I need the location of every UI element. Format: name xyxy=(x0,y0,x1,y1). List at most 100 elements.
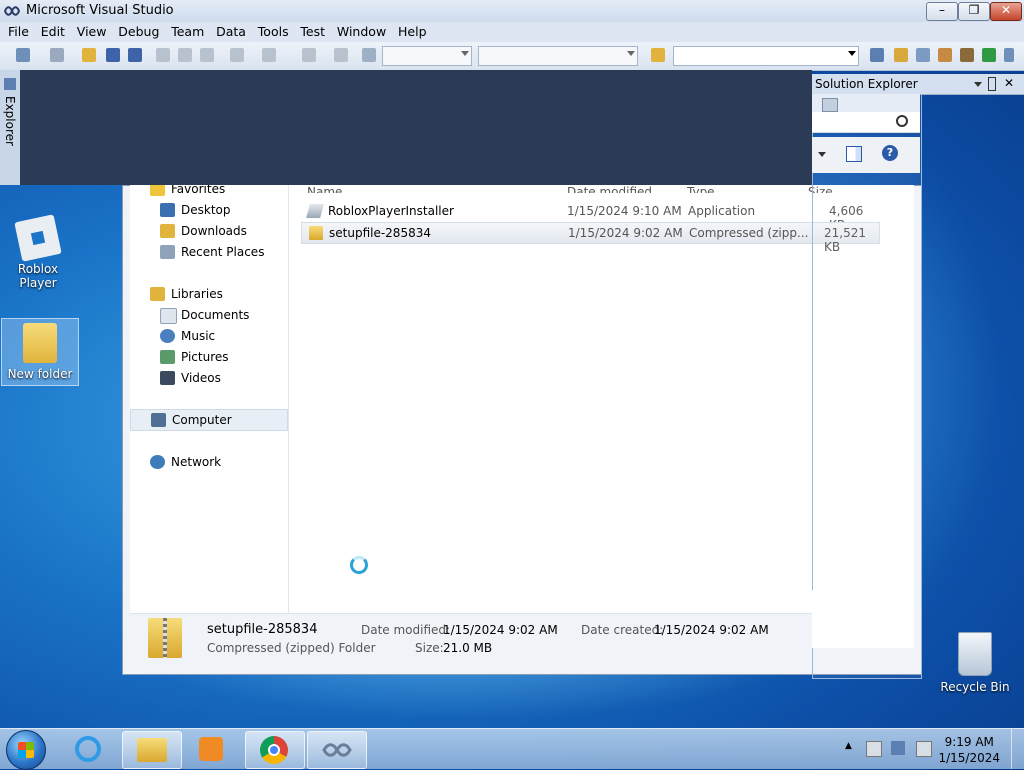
save-all-icon[interactable] xyxy=(128,48,142,62)
column-header-name[interactable]: Name xyxy=(307,185,342,193)
details-date-modified: 1/15/2024 9:02 AM xyxy=(443,623,558,637)
details-date-created-label: Date created: xyxy=(581,623,664,637)
file-row-roblox-installer[interactable]: RobloxPlayerInstaller 1/15/2024 9:10 AM … xyxy=(301,201,878,232)
computer-icon xyxy=(151,413,166,427)
vs-title-bar: Microsoft Visual Studio – ❐ ✕ xyxy=(0,0,1024,23)
desktop-icon xyxy=(160,203,175,217)
details-size-label: Size: xyxy=(415,641,444,655)
file-date: 1/15/2024 9:02 AM xyxy=(568,226,683,240)
taskbar-internet-explorer[interactable] xyxy=(61,731,119,767)
help-icon[interactable]: ? xyxy=(882,145,898,161)
solution-platform-combo[interactable] xyxy=(478,46,638,66)
redo-icon[interactable] xyxy=(262,48,276,62)
menu-test[interactable]: Test xyxy=(300,22,325,39)
find-in-files-icon[interactable] xyxy=(651,48,665,62)
properties-window-icon[interactable] xyxy=(894,48,908,62)
pictures-icon xyxy=(160,350,175,364)
server-explorer-tab[interactable]: Server Explorer xyxy=(0,70,31,185)
folder-icon xyxy=(137,738,167,762)
nav-network[interactable]: Network xyxy=(130,452,286,472)
chrome-icon xyxy=(260,736,288,764)
windows-logo-icon xyxy=(18,742,34,758)
clock-time: 9:19 AM xyxy=(944,735,994,749)
internet-explorer-icon xyxy=(75,736,101,762)
navigate-forward-icon[interactable] xyxy=(334,48,348,62)
open-file-icon[interactable] xyxy=(82,48,96,62)
menu-data[interactable]: Data xyxy=(216,22,246,39)
new-project-icon[interactable] xyxy=(16,48,30,62)
menu-debug[interactable]: Debug xyxy=(118,22,159,39)
details-date-modified-label: Date modified: xyxy=(361,623,451,637)
system-clock[interactable]: 9:19 AM 1/15/2024 xyxy=(938,734,1000,766)
visual-studio-logo-icon xyxy=(4,6,20,16)
save-icon[interactable] xyxy=(106,48,120,62)
desktop-icon-roblox-player[interactable]: Roblox Player xyxy=(0,214,76,290)
nav-downloads[interactable]: Downloads xyxy=(130,221,286,241)
toolbox-icon[interactable] xyxy=(938,48,952,62)
start-button[interactable] xyxy=(6,730,46,770)
action-center-icon[interactable] xyxy=(866,741,882,757)
paste-icon[interactable] xyxy=(200,48,214,62)
dropdown-arrow-icon[interactable] xyxy=(974,82,982,87)
undo-icon[interactable] xyxy=(230,48,244,62)
solution-explorer-icon[interactable] xyxy=(870,48,884,62)
nav-music[interactable]: Music xyxy=(130,326,286,346)
nav-desktop[interactable]: Desktop xyxy=(130,200,286,220)
show-desktop-button[interactable] xyxy=(1011,729,1024,769)
find-combo[interactable] xyxy=(673,46,859,66)
start-page-icon[interactable] xyxy=(982,48,996,62)
cut-icon[interactable] xyxy=(156,48,170,62)
column-header-type[interactable]: Type xyxy=(687,185,715,193)
menu-edit[interactable]: Edit xyxy=(41,22,65,39)
network-tray-icon[interactable] xyxy=(891,741,905,755)
explorer-command-bar: ? xyxy=(812,137,920,173)
preview-pane-icon[interactable] xyxy=(846,146,862,162)
taskbar-chrome[interactable] xyxy=(245,731,305,769)
taskbar-visual-studio[interactable] xyxy=(307,731,367,769)
add-item-icon[interactable] xyxy=(50,48,64,62)
close-panel-button[interactable]: ✕ xyxy=(1004,76,1014,90)
solution-configuration-combo[interactable] xyxy=(382,46,472,66)
nav-libraries[interactable]: Libraries xyxy=(130,284,286,304)
minimize-button[interactable]: – xyxy=(926,2,958,21)
tools-icon[interactable] xyxy=(960,48,974,62)
documents-icon xyxy=(160,308,177,324)
column-header-date[interactable]: Date modified xyxy=(567,185,652,193)
solution-explorer-search[interactable] xyxy=(812,112,920,133)
copy-icon[interactable] xyxy=(178,48,192,62)
nav-recent-places[interactable]: Recent Places xyxy=(130,242,286,262)
menu-tools[interactable]: Tools xyxy=(258,22,289,39)
volume-muted-icon[interactable] xyxy=(916,741,932,757)
zip-folder-large-icon xyxy=(148,618,182,658)
pin-icon[interactable] xyxy=(988,77,996,91)
recycle-bin-icon xyxy=(958,632,992,676)
nav-videos[interactable]: Videos xyxy=(130,368,286,388)
details-pane: setupfile-285834 Compressed (zipped) Fol… xyxy=(130,613,812,669)
nav-pictures[interactable]: Pictures xyxy=(130,347,286,367)
details-size: 21.0 MB xyxy=(443,641,493,655)
object-browser-icon[interactable] xyxy=(916,48,930,62)
menu-file[interactable]: File xyxy=(8,22,29,39)
menu-view[interactable]: View xyxy=(77,22,107,39)
close-button[interactable]: ✕ xyxy=(990,2,1022,21)
taskbar-media-player[interactable] xyxy=(183,731,241,767)
nav-computer[interactable]: Computer xyxy=(130,409,288,431)
menu-window[interactable]: Window xyxy=(337,22,386,39)
maximize-button[interactable]: ❐ xyxy=(958,2,990,21)
nav-documents[interactable]: Documents xyxy=(130,305,286,325)
show-hidden-icons-button[interactable]: ▲ xyxy=(845,741,852,751)
desktop-icon-new-folder[interactable]: New folder xyxy=(1,318,79,386)
properties-icon[interactable] xyxy=(822,98,838,112)
toolbar-overflow-icon[interactable] xyxy=(1004,48,1014,62)
menu-team[interactable]: Team xyxy=(171,22,204,39)
start-debugging-icon[interactable] xyxy=(362,48,376,62)
file-row-setupfile[interactable]: setupfile-285834 1/15/2024 9:02 AM Compr… xyxy=(301,222,880,254)
view-options-arrow-icon[interactable] xyxy=(818,152,826,157)
menu-help[interactable]: Help xyxy=(398,22,427,39)
navigate-backward-icon[interactable] xyxy=(302,48,316,62)
taskbar-windows-explorer[interactable] xyxy=(122,731,182,769)
desktop-icon-label: Recycle Bin xyxy=(940,680,1010,694)
file-name: setupfile-285834 xyxy=(329,226,431,240)
standard-toolbar xyxy=(0,42,1024,71)
desktop-icon-recycle-bin[interactable]: Recycle Bin xyxy=(937,630,1013,700)
